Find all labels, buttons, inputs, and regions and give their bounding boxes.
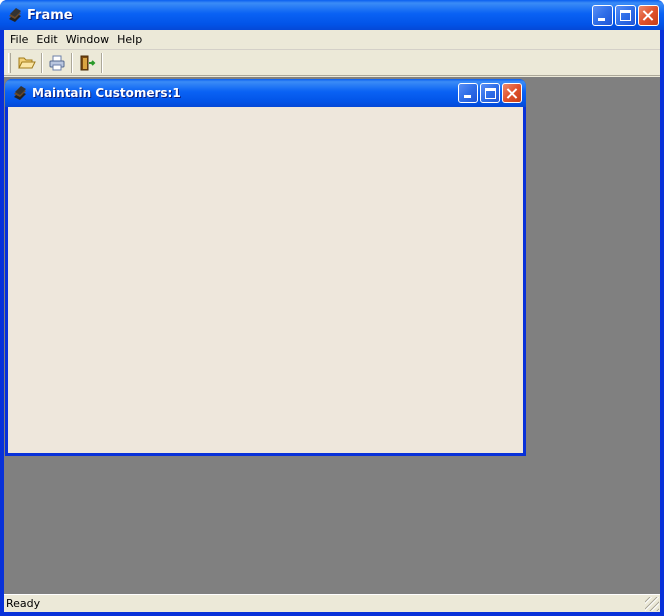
app-icon[interactable] <box>7 7 23 23</box>
close-button[interactable] <box>638 5 659 26</box>
minimize-icon <box>598 18 605 21</box>
maximize-icon <box>485 88 496 99</box>
child-minimize-button[interactable] <box>458 83 478 103</box>
exit-button[interactable] <box>75 52 99 74</box>
status-text: Ready <box>6 597 41 610</box>
menu-edit[interactable]: Edit <box>32 33 61 46</box>
toolbar-separator <box>41 52 43 73</box>
close-icon <box>503 84 522 103</box>
menubar: File Edit Window Help <box>4 30 660 50</box>
toolbar-separator <box>101 52 103 73</box>
resize-grip[interactable] <box>645 597 659 611</box>
status-bar: Ready <box>4 594 660 612</box>
minimize-button[interactable] <box>592 5 613 26</box>
close-icon <box>639 6 658 25</box>
toolbar-separator <box>71 52 73 73</box>
open-button[interactable] <box>15 52 39 74</box>
main-titlebar[interactable]: Frame <box>0 0 664 30</box>
print-icon <box>49 55 65 70</box>
exit-icon <box>80 55 96 70</box>
menu-window[interactable]: Window <box>62 33 113 46</box>
maximize-button[interactable] <box>615 5 636 26</box>
menu-file[interactable]: File <box>6 33 32 46</box>
child-maximize-button[interactable] <box>480 83 500 103</box>
child-window: Maintain Customers:1 <box>5 79 526 456</box>
toolbar-grip[interactable] <box>8 52 11 73</box>
app-icon[interactable] <box>12 85 28 101</box>
main-window: Frame File Edit Window Help Ready Mainta… <box>0 0 664 616</box>
toolbar <box>4 50 660 76</box>
print-button[interactable] <box>45 52 69 74</box>
open-folder-icon <box>18 57 36 68</box>
window-title: Frame <box>27 7 73 23</box>
child-window-title: Maintain Customers:1 <box>32 86 181 100</box>
minimize-icon <box>464 95 471 98</box>
child-titlebar[interactable]: Maintain Customers:1 <box>5 79 526 107</box>
child-content-area[interactable] <box>8 107 523 453</box>
maximize-icon <box>620 10 631 21</box>
menu-help[interactable]: Help <box>113 33 146 46</box>
child-close-button[interactable] <box>502 83 522 103</box>
